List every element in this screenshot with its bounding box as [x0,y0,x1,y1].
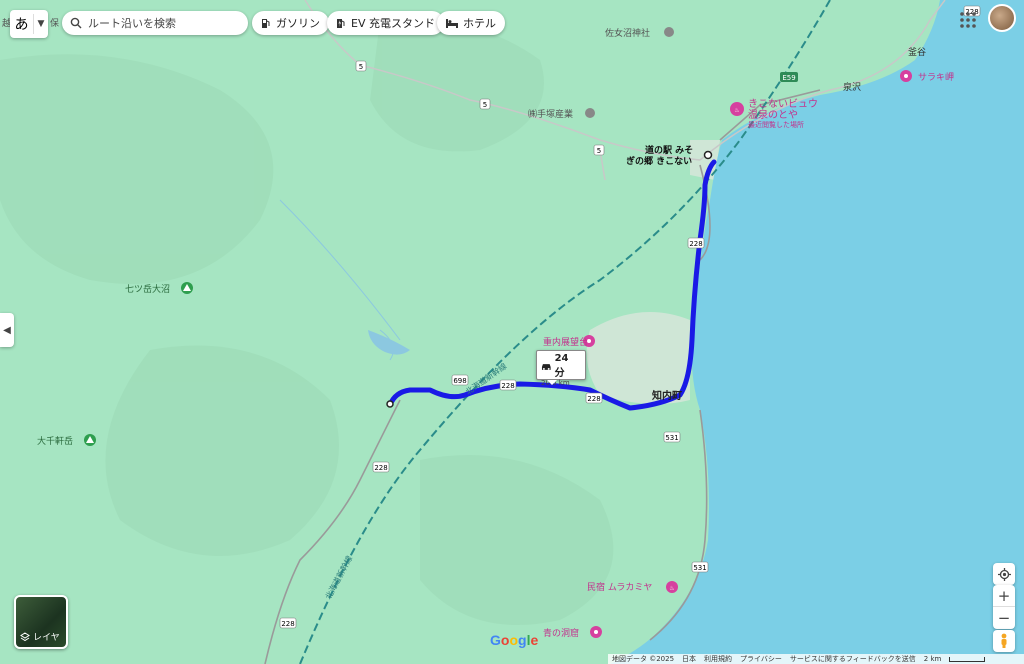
label-corner-2: 保 [50,17,59,29]
svg-text:531: 531 [693,564,706,572]
route-duration: 24 分 [554,353,569,379]
input-method-label: あ [10,14,34,34]
svg-text:5: 5 [483,101,487,109]
svg-text:228: 228 [689,240,702,248]
svg-text:228: 228 [374,464,387,472]
route-info-callout[interactable]: 24 分 20.6 km [536,350,586,387]
gas-station-icon [262,18,270,28]
svg-text:5: 5 [359,63,363,71]
label-sarakimisaki: サラキ岬 [918,72,954,83]
road-shield-5-b: 5 [479,98,491,110]
hotel-icon-minshuku: ♨ [666,581,678,593]
layers-icon [20,631,30,641]
footer-feedback-link[interactable]: サービスに関するフィードバックを送信 [790,654,916,664]
svg-text:E59: E59 [782,74,795,82]
map-footer: 地図データ ©2025 日本 利用規約 プライバシー サービスに関するフィードバ… [608,654,1024,664]
road-shield-228-b: 228 [499,379,517,391]
label-kikonai-view-1: きこないビュウ [748,98,818,110]
road-shield-698: 698 [451,374,469,386]
label-michinoeki-2: ぎの郷 きこない [626,155,692,167]
road-shield-228-e: 228 [279,617,297,629]
label-michinoeki-1: 道の駅 みそ [645,144,693,156]
footer-region-link[interactable]: 日本 [682,654,696,664]
label-kikonai-view-3: 最近閲覧した場所 [748,120,804,129]
road-shield-531-a: 531 [663,431,681,443]
footer-terms-link[interactable]: 利用規約 [704,654,732,664]
apps-grid-icon[interactable] [958,10,978,30]
svg-text:228: 228 [501,382,514,390]
route-search-box[interactable]: ルート沿いを検索 [62,11,248,35]
svg-text:531: 531 [665,434,678,442]
account-avatar[interactable] [988,4,1016,32]
label-nanatsudake: 七ツ岳大沼 [125,283,170,295]
route-start-marker [386,400,394,408]
footer-scale-label[interactable]: 2 km [924,655,942,663]
ev-charger-icon [337,18,345,28]
map-canvas[interactable]: 228 228 228 228 228 228 5 5 5 698 531 53… [0,0,1024,664]
chip-hotel[interactable]: ホテル [437,11,505,35]
label-kikonai-view-2: 温泉のとや [748,108,798,121]
chip-gas-station[interactable]: ガソリン [252,11,329,35]
street-view-button[interactable] [993,630,1015,652]
route-distance: 20.6 km [541,379,570,387]
search-icon [70,17,82,29]
chevron-down-icon[interactable]: ▼ [34,19,48,29]
collapse-panel-button[interactable]: ◀ [0,313,14,347]
svg-text:♨: ♨ [734,107,739,114]
chip-ev-charger[interactable]: EV 充電スタンド [327,11,444,35]
road-shield-228-d: 228 [372,461,390,473]
scale-bar [949,656,986,662]
viewpoint-icon-aono [590,626,602,638]
road-shield-228-c: 228 [585,392,603,404]
chip-label: ホテル [463,17,496,30]
road-shield-5-a: 5 [355,60,367,72]
viewpoint-icon-sarakimisaki [900,70,912,82]
hotel-icon [446,18,458,28]
google-logo: Google [490,632,539,648]
search-placeholder: ルート沿いを検索 [88,17,176,30]
svg-text:228: 228 [587,395,600,403]
zoom-in-button[interactable]: + [993,585,1015,607]
chip-label: ガソリン [276,17,320,30]
chevron-left-icon: ◀ [3,324,11,336]
road-shield-e59: E59 [780,72,798,82]
road-shield-531-b: 531 [691,561,709,573]
svg-text:698: 698 [453,377,466,385]
road-shield-228-a: 228 [687,237,705,249]
svg-text:228: 228 [281,620,294,628]
label-shiriuchi: 知内町 [651,389,682,402]
road-shield-5-c: 5 [593,144,605,156]
label-tezuka: ㈱手塚産業 [528,108,573,120]
zoom-out-button[interactable]: − [993,607,1015,629]
route-end-marker [703,150,713,160]
pegman-icon [1001,633,1007,648]
label-minshuku: 民宿 ムラカミヤ [587,581,652,593]
mountain-icon-nanatsudake [181,282,193,294]
svg-text:5: 5 [597,147,601,155]
zoom-controls: + − [993,585,1015,629]
chip-label: EV 充電スタンド [351,17,435,30]
label-sanuma-shrine: 佐女沼神社 [605,27,650,39]
crosshair-icon [997,567,1011,581]
label-shigenai: 重内展望台 [543,336,588,348]
footer-privacy-link[interactable]: プライバシー [740,654,782,664]
svg-text:♨: ♨ [669,585,674,592]
label-daisengendake: 大千軒岳 [37,435,73,447]
footer-attribution: 地図データ ©2025 [612,655,675,663]
company-icon [585,108,595,118]
input-method-button[interactable]: あ ▼ [10,10,48,38]
label-aono-dokutsu: 青の洞窟 [543,627,579,639]
mountain-icon-daisengen [84,434,96,446]
shrine-icon [664,27,674,37]
label-izumisawa: 泉沢 [843,81,861,93]
layers-button[interactable]: レイヤ [14,595,68,649]
label-kamaya: 釜谷 [908,46,926,58]
layers-label: レイヤ [33,633,60,643]
car-icon [541,363,551,370]
hotel-icon-kikonai: ♨ [730,102,744,116]
my-location-button[interactable] [993,563,1015,585]
